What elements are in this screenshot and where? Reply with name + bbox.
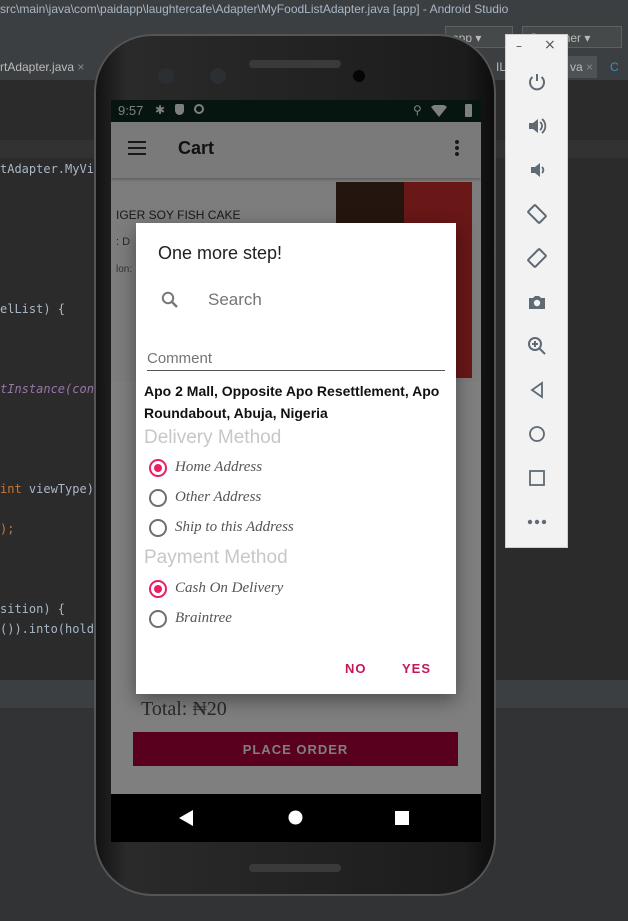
- camera-icon[interactable]: [522, 287, 552, 317]
- delivery-method-heading: Delivery Method: [144, 427, 282, 448]
- back-icon[interactable]: [522, 375, 552, 405]
- sensor: [158, 68, 174, 84]
- rotate-left-icon[interactable]: [522, 199, 552, 229]
- radio-other-address[interactable]: Other Address: [144, 486, 444, 512]
- home-icon[interactable]: [522, 419, 552, 449]
- radio-ship-to-address[interactable]: Ship to this Address: [144, 516, 444, 542]
- comment-input[interactable]: [147, 346, 445, 371]
- code-line: sition) {: [0, 602, 66, 616]
- volume-up-icon[interactable]: [522, 111, 552, 141]
- nav-overview-icon[interactable]: [395, 811, 409, 825]
- radio-braintree[interactable]: Braintree: [144, 607, 444, 633]
- radio-button-checked[interactable]: [149, 580, 167, 598]
- code-line: int viewType): [0, 482, 94, 496]
- nav-home-icon[interactable]: [288, 810, 303, 825]
- radio-button[interactable]: [149, 519, 167, 537]
- overview-icon[interactable]: [522, 463, 552, 493]
- power-icon[interactable]: [522, 67, 552, 97]
- payment-method-heading: Payment Method: [144, 547, 288, 568]
- navigation-bar: [111, 794, 481, 842]
- radio-label: Other Address: [175, 489, 262, 505]
- radio-button[interactable]: [149, 610, 167, 628]
- emulator-controls-panel: – ×: [505, 34, 568, 548]
- radio-label: Ship to this Address: [175, 519, 294, 535]
- radio-cash-on-delivery[interactable]: Cash On Delivery: [144, 577, 444, 603]
- radio-home-address[interactable]: Home Address: [144, 456, 444, 482]
- radio-label: Cash On Delivery: [175, 580, 284, 596]
- class-icon: C: [610, 60, 619, 74]
- code-line: tAdapter.MyVie: [0, 162, 102, 176]
- checkout-dialog: One more step! Apo 2 Mall, Opposite Apo …: [136, 223, 456, 694]
- editor-tab[interactable]: rtAdapter.java ×: [0, 56, 84, 78]
- delivery-address: Apo 2 Mall, Opposite Apo Resettlement, A…: [144, 383, 440, 421]
- search-input[interactable]: [206, 286, 430, 314]
- rotate-right-icon[interactable]: [522, 243, 552, 273]
- yes-button[interactable]: YES: [402, 661, 431, 676]
- code-line: );: [0, 522, 15, 536]
- radio-label: Home Address: [175, 459, 263, 475]
- search-icon: [161, 291, 178, 308]
- ide-title-bar: src\main\java\com\paidapp\laughtercafe\A…: [0, 0, 628, 20]
- more-icon[interactable]: [522, 507, 552, 537]
- nav-back-icon[interactable]: [179, 810, 193, 826]
- volume-down-icon[interactable]: [522, 155, 552, 185]
- editor-tab-active[interactable]: va ×: [566, 56, 598, 78]
- dialog-title: One more step!: [158, 243, 283, 263]
- zoom-icon[interactable]: [522, 331, 552, 361]
- code-line: elList) {: [0, 302, 66, 316]
- radio-button[interactable]: [149, 489, 167, 507]
- speaker-grill: [249, 864, 341, 872]
- front-camera: [353, 70, 365, 82]
- code-line: tInstance(cont: [0, 382, 102, 396]
- code-line: ()).into(holde: [0, 622, 102, 636]
- radio-button-checked[interactable]: [149, 459, 167, 477]
- sensor: [210, 68, 226, 84]
- no-button[interactable]: NO: [345, 661, 367, 676]
- ide-window-title: src\main\java\com\paidapp\laughtercafe\A…: [0, 2, 509, 16]
- close-button[interactable]: ×: [544, 37, 556, 53]
- minimize-button[interactable]: –: [516, 39, 522, 53]
- radio-label: Braintree: [175, 610, 232, 626]
- speaker-grill: [249, 60, 341, 68]
- phone-screen: 9:57 ✱ ⚲ Cart IGER SOY FISH CAKE : D lon…: [111, 100, 481, 842]
